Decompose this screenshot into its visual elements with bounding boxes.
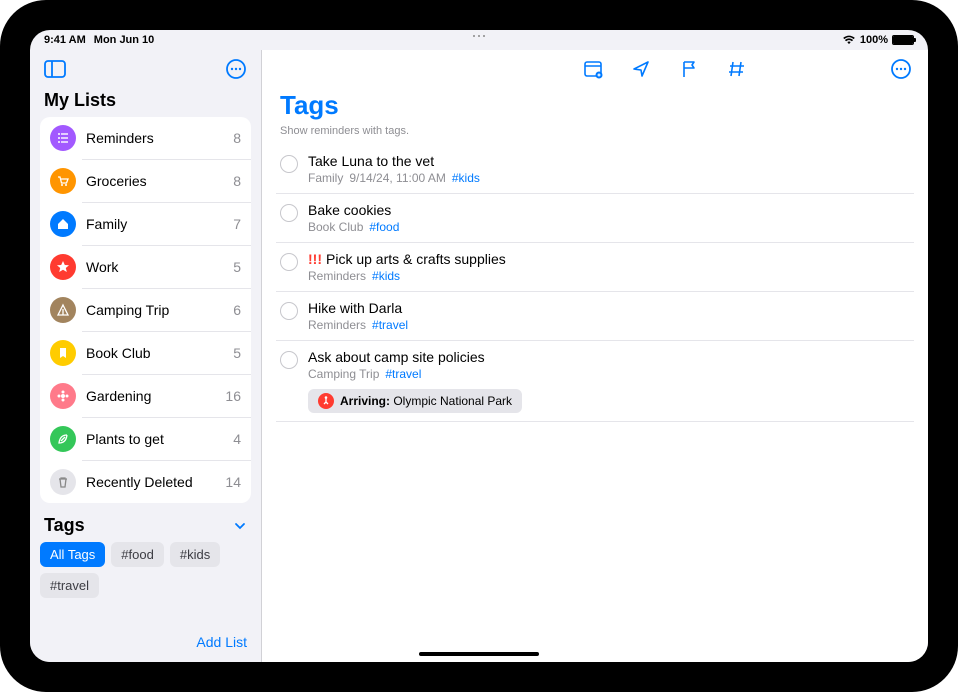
location-text: Arriving: Olympic National Park [340, 394, 512, 408]
leaf-icon [50, 426, 76, 452]
page-title: Tags [262, 86, 928, 121]
reminder-tag: #travel [385, 367, 421, 381]
list-name: Reminders [86, 130, 223, 146]
more-icon[interactable] [223, 56, 249, 82]
list-icon [50, 125, 76, 151]
location-pin-icon [318, 393, 334, 409]
reminder-title: Ask about camp site policies [308, 349, 485, 365]
list-count: 5 [233, 345, 241, 361]
reminder-tag: #kids [372, 269, 400, 283]
reminder-list-name: Reminders [308, 269, 366, 283]
sidebar-list-item[interactable]: Groceries 8 [40, 160, 251, 202]
battery-icon [892, 35, 914, 45]
reminder-item[interactable]: Take Luna to the vet Family 9/14/24, 11:0… [276, 145, 914, 194]
add-list-button[interactable]: Add List [196, 634, 247, 650]
complete-toggle[interactable] [280, 204, 298, 222]
ipad-frame: 9:41 AM Mon Jun 10 100% My List [0, 0, 958, 692]
flower-icon [50, 383, 76, 409]
complete-toggle[interactable] [280, 302, 298, 320]
location-chip[interactable]: Arriving: Olympic National Park [308, 389, 522, 413]
complete-toggle[interactable] [280, 253, 298, 271]
list-name: Family [86, 216, 223, 232]
reminder-item[interactable]: Hike with Darla Reminders #travel [276, 292, 914, 341]
sidebar-toggle-icon[interactable] [42, 56, 68, 82]
sidebar-list-item[interactable]: Family 7 [40, 203, 251, 245]
reminder-list-name: Family [308, 171, 343, 185]
my-lists-header: My Lists [30, 86, 261, 117]
reminder-tag: #food [369, 220, 399, 234]
battery-percent: 100% [860, 34, 888, 46]
reminder-list-name: Book Club [308, 220, 363, 234]
reminder-due: 9/14/24, 11:00 AM [349, 171, 446, 185]
tent-icon [50, 297, 76, 323]
list-count: 4 [233, 431, 241, 447]
sidebar-list-item[interactable]: Recently Deleted 14 [40, 461, 251, 503]
reminders-list: Take Luna to the vet Family 9/14/24, 11:0… [262, 145, 928, 422]
house-icon [50, 211, 76, 237]
calendar-icon[interactable] [580, 56, 606, 82]
priority-indicator: !!! [308, 251, 322, 267]
flag-icon[interactable] [676, 56, 702, 82]
sidebar-list-item[interactable]: Book Club 5 [40, 332, 251, 374]
star-icon [50, 254, 76, 280]
list-count: 6 [233, 302, 241, 318]
list-name: Plants to get [86, 431, 223, 447]
reminder-item[interactable]: Ask about camp site policies Camping Tri… [276, 341, 914, 422]
list-count: 7 [233, 216, 241, 232]
sidebar-list-item[interactable]: Camping Trip 6 [40, 289, 251, 331]
list-count: 8 [233, 130, 241, 146]
list-count: 14 [225, 474, 241, 490]
status-bar: 9:41 AM Mon Jun 10 100% [30, 30, 928, 50]
list-count: 5 [233, 259, 241, 275]
tag-chip[interactable]: #kids [170, 542, 220, 567]
reminder-item[interactable]: !!! Pick up arts & crafts supplies Remind… [276, 243, 914, 292]
tags-section-header: Tags [44, 515, 85, 536]
reminder-tag: #kids [452, 171, 480, 185]
tag-chips: All Tags#food#kids #travel [30, 542, 261, 598]
status-time: 9:41 AM [44, 34, 86, 46]
reminder-title: Hike with Darla [308, 300, 402, 316]
reminder-item[interactable]: Bake cookies Book Club #food [276, 194, 914, 243]
more-icon[interactable] [888, 56, 914, 82]
sidebar: My Lists Reminders 8 Groceries 8 Family … [30, 50, 262, 662]
list-name: Gardening [86, 388, 215, 404]
sidebar-list-item[interactable]: Plants to get 4 [40, 418, 251, 460]
reminder-tag: #travel [372, 318, 408, 332]
sidebar-list-item[interactable]: Gardening 16 [40, 375, 251, 417]
sidebar-list-item[interactable]: Reminders 8 [40, 117, 251, 159]
chevron-down-icon[interactable] [233, 519, 247, 533]
wifi-icon [842, 35, 856, 45]
bookmark-icon [50, 340, 76, 366]
screen: 9:41 AM Mon Jun 10 100% My List [30, 30, 928, 662]
location-icon[interactable] [628, 56, 654, 82]
reminder-title: Take Luna to the vet [308, 153, 434, 169]
complete-toggle[interactable] [280, 351, 298, 369]
cart-icon [50, 168, 76, 194]
reminder-title: Pick up arts & crafts supplies [326, 251, 506, 267]
sidebar-list-item[interactable]: Work 5 [40, 246, 251, 288]
hashtag-icon[interactable] [724, 56, 750, 82]
reminder-list-name: Reminders [308, 318, 366, 332]
reminder-title: Bake cookies [308, 202, 391, 218]
lists-container: Reminders 8 Groceries 8 Family 7 Work 5 … [40, 117, 251, 503]
status-date: Mon Jun 10 [94, 34, 155, 46]
list-name: Groceries [86, 173, 223, 189]
tag-chip[interactable]: #food [111, 542, 164, 567]
tag-chip[interactable]: All Tags [40, 542, 105, 567]
list-name: Work [86, 259, 223, 275]
list-count: 8 [233, 173, 241, 189]
list-name: Book Club [86, 345, 223, 361]
list-name: Recently Deleted [86, 474, 215, 490]
tag-chip[interactable]: #travel [40, 573, 99, 598]
list-name: Camping Trip [86, 302, 223, 318]
main-panel: Tags Show reminders with tags. Take Luna… [262, 50, 928, 662]
reminder-list-name: Camping Trip [308, 367, 379, 381]
home-indicator [419, 652, 539, 656]
list-count: 16 [225, 388, 241, 404]
trash-icon [50, 469, 76, 495]
complete-toggle[interactable] [280, 155, 298, 173]
page-subtitle: Show reminders with tags. [262, 121, 928, 145]
